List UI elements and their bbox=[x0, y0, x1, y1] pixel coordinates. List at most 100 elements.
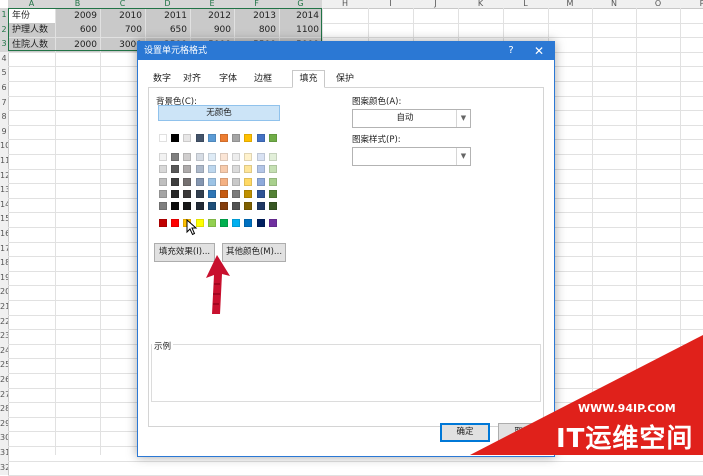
table-header-cell[interactable]: 2009 bbox=[56, 8, 100, 23]
theme-shade-swatch[interactable] bbox=[268, 189, 277, 198]
column-header-p[interactable]: P bbox=[680, 0, 703, 9]
theme-shade-swatch[interactable] bbox=[232, 202, 241, 211]
row-header-21[interactable]: 21 bbox=[0, 300, 9, 315]
theme-shade-swatch[interactable] bbox=[159, 153, 167, 161]
theme-shade-swatch[interactable] bbox=[195, 177, 204, 186]
theme-shade-swatch[interactable] bbox=[207, 177, 216, 186]
theme-shade-swatch[interactable] bbox=[256, 202, 265, 211]
theme-shade-swatch[interactable] bbox=[207, 153, 216, 161]
theme-shade-swatch[interactable] bbox=[268, 165, 277, 174]
pattern-style-dropdown[interactable]: ▼ bbox=[352, 147, 471, 166]
table-cell[interactable]: 住院人数 bbox=[9, 37, 55, 52]
chevron-down-icon[interactable]: ▼ bbox=[456, 110, 470, 127]
theme-shade-swatch[interactable] bbox=[256, 153, 265, 161]
theme-shade-swatch[interactable] bbox=[159, 177, 167, 186]
theme-shade-swatch[interactable] bbox=[171, 202, 180, 211]
column-header-l[interactable]: L bbox=[503, 0, 548, 9]
table-header-cell[interactable]: 年份 bbox=[9, 8, 55, 23]
table-cell[interactable]: 700 bbox=[101, 23, 145, 38]
column-header-j[interactable]: J bbox=[413, 0, 458, 9]
row-header-31[interactable]: 31 bbox=[0, 446, 9, 461]
row-header-18[interactable]: 18 bbox=[0, 256, 9, 271]
standard-color-swatch[interactable] bbox=[232, 219, 241, 227]
standard-color-swatch[interactable] bbox=[268, 219, 277, 227]
row-header-14[interactable]: 14 bbox=[0, 197, 9, 213]
theme-shade-swatch[interactable] bbox=[256, 189, 265, 198]
theme-color-swatch[interactable] bbox=[195, 134, 204, 142]
theme-shade-swatch[interactable] bbox=[244, 153, 253, 161]
row-header-17[interactable]: 17 bbox=[0, 241, 9, 257]
theme-shade-swatch[interactable] bbox=[183, 153, 192, 161]
theme-shade-swatch[interactable] bbox=[268, 202, 277, 211]
row-header-32[interactable]: 32 bbox=[0, 460, 9, 476]
theme-shade-swatch[interactable] bbox=[220, 177, 228, 186]
theme-shade-swatch[interactable] bbox=[159, 165, 167, 174]
row-header-13[interactable]: 13 bbox=[0, 183, 9, 198]
table-cell[interactable]: 1100 bbox=[280, 23, 322, 38]
row-header-9[interactable]: 9 bbox=[0, 124, 9, 140]
standard-color-swatch[interactable] bbox=[256, 219, 265, 227]
row-header-30[interactable]: 30 bbox=[0, 431, 9, 446]
column-header-n[interactable]: N bbox=[592, 0, 636, 9]
theme-shade-swatch[interactable] bbox=[232, 189, 241, 198]
column-header-m[interactable]: M bbox=[548, 0, 592, 9]
theme-color-swatch[interactable] bbox=[207, 134, 216, 142]
theme-color-swatch[interactable] bbox=[220, 134, 228, 142]
tab-protection[interactable]: 保护 bbox=[331, 70, 359, 86]
pattern-color-dropdown[interactable]: 自动 ▼ bbox=[352, 109, 471, 128]
theme-shade-swatch[interactable] bbox=[171, 153, 180, 161]
standard-color-swatch[interactable] bbox=[171, 219, 180, 227]
row-header-23[interactable]: 23 bbox=[0, 329, 9, 344]
column-header-k[interactable]: K bbox=[458, 0, 503, 9]
table-cell[interactable]: 650 bbox=[146, 23, 190, 38]
tab-border[interactable]: 边框 bbox=[249, 70, 277, 86]
theme-shade-swatch[interactable] bbox=[171, 177, 180, 186]
standard-color-swatch[interactable] bbox=[159, 219, 167, 227]
row-header-19[interactable]: 19 bbox=[0, 270, 9, 286]
theme-shade-swatch[interactable] bbox=[195, 153, 204, 161]
theme-shade-swatch[interactable] bbox=[171, 165, 180, 174]
table-header-cell[interactable]: 2014 bbox=[280, 8, 322, 23]
theme-color-swatch[interactable] bbox=[159, 134, 167, 142]
close-button[interactable]: ✕ bbox=[530, 42, 548, 60]
theme-color-swatch[interactable] bbox=[256, 134, 265, 142]
table-cell[interactable]: 2000 bbox=[56, 37, 100, 52]
dialog-titlebar[interactable]: 设置单元格格式 ? ✕ bbox=[138, 42, 554, 60]
row-header-10[interactable]: 10 bbox=[0, 139, 9, 154]
theme-shade-swatch[interactable] bbox=[183, 165, 192, 174]
row-header-1[interactable]: 1 bbox=[0, 8, 9, 23]
column-header-h[interactable]: H bbox=[322, 0, 368, 9]
theme-shade-swatch[interactable] bbox=[244, 202, 253, 211]
row-header-2[interactable]: 2 bbox=[0, 22, 9, 38]
chevron-down-icon[interactable]: ▼ bbox=[456, 148, 470, 165]
theme-shade-swatch[interactable] bbox=[256, 165, 265, 174]
theme-color-swatch[interactable] bbox=[268, 134, 277, 142]
column-header-i[interactable]: I bbox=[368, 0, 413, 9]
row-header-26[interactable]: 26 bbox=[0, 373, 9, 388]
theme-shade-swatch[interactable] bbox=[183, 177, 192, 186]
tab-font[interactable]: 字体 bbox=[214, 70, 242, 86]
theme-color-swatch[interactable] bbox=[183, 134, 192, 142]
table-header-cell[interactable]: 2012 bbox=[191, 8, 234, 23]
theme-shade-swatch[interactable] bbox=[268, 177, 277, 186]
theme-color-swatch[interactable] bbox=[244, 134, 253, 142]
table-header-cell[interactable]: 2013 bbox=[235, 8, 279, 23]
no-color-button[interactable]: 无颜色 bbox=[158, 105, 280, 121]
theme-shade-swatch[interactable] bbox=[159, 189, 167, 198]
row-header-22[interactable]: 22 bbox=[0, 314, 9, 330]
row-header-20[interactable]: 20 bbox=[0, 285, 9, 300]
row-header-15[interactable]: 15 bbox=[0, 212, 9, 227]
row-header-6[interactable]: 6 bbox=[0, 81, 9, 96]
row-header-8[interactable]: 8 bbox=[0, 110, 9, 125]
row-header-27[interactable]: 27 bbox=[0, 387, 9, 403]
row-header-16[interactable]: 16 bbox=[0, 227, 9, 242]
theme-shade-swatch[interactable] bbox=[256, 177, 265, 186]
standard-color-swatch[interactable] bbox=[244, 219, 253, 227]
row-header-29[interactable]: 29 bbox=[0, 416, 9, 432]
table-cell[interactable]: 900 bbox=[191, 23, 234, 38]
row-header-5[interactable]: 5 bbox=[0, 66, 9, 81]
table-cell[interactable]: 800 bbox=[235, 23, 279, 38]
theme-shade-swatch[interactable] bbox=[244, 165, 253, 174]
theme-shade-swatch[interactable] bbox=[159, 202, 167, 211]
row-header-11[interactable]: 11 bbox=[0, 154, 9, 169]
